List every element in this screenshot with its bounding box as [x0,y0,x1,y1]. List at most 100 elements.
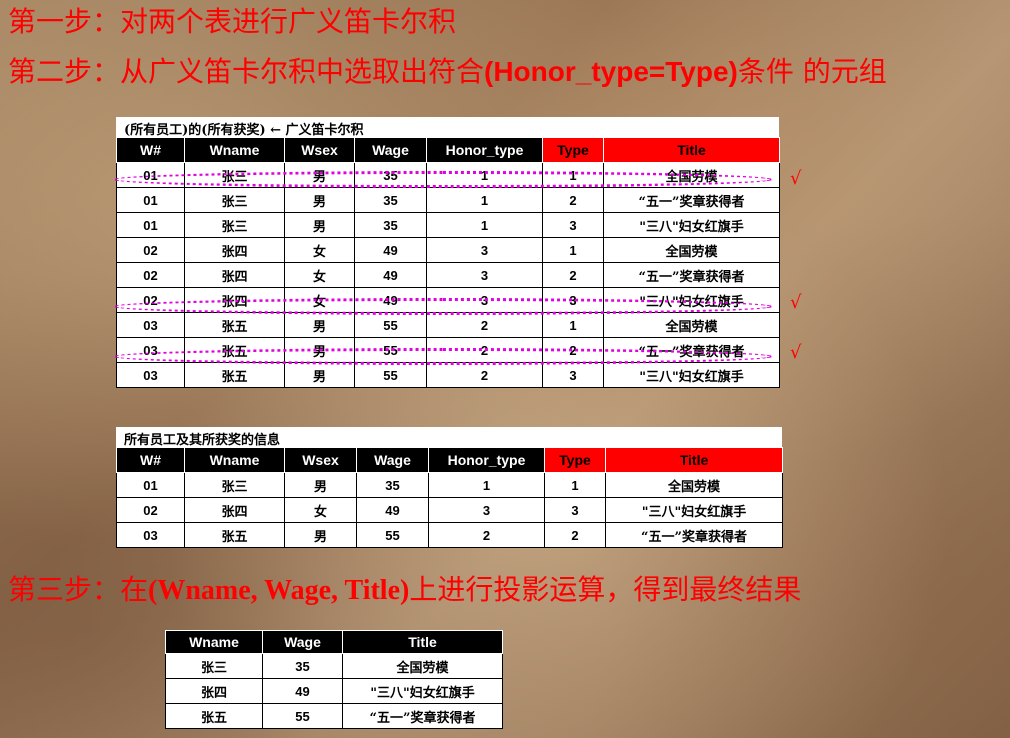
table-cell: 2 [542,337,604,363]
check-mark-icon: √ [790,168,802,189]
table-cell: 2 [428,522,545,548]
table-cell: 3 [428,497,545,523]
table-cell: 张四 [184,287,285,313]
table-cell: 1 [426,162,543,188]
column-header: Honor_type [428,447,545,473]
step-one-heading: 第一步：对两个表进行广义笛卡尔积 [8,5,457,38]
table-cell: 张三 [184,212,285,238]
column-header: Wage [354,137,427,163]
table-cell: 35 [354,212,427,238]
column-header: Wname [165,630,263,654]
table-cell: 01 [116,187,185,213]
table-row: 03 张五男 55 2 2 “五一”奖章获得者 [116,522,783,548]
table-cell: 张四 [184,497,285,523]
table-row: 02 张四女 49 3 1 全国劳模 [116,237,780,263]
selection-result-grid: W# Wname Wsex Wage Honor_type Type Title 01 张三男… [116,447,783,548]
table-cell: 男 [284,162,355,188]
table-row: 01 张三男 35 1 2 “五一”奖章获得者 [116,187,780,213]
table-cell: 2 [426,362,543,388]
table-cell: 02 [116,237,185,263]
table-cell: 02 [116,287,185,313]
column-header: Wage [356,447,429,473]
table-cell: 2 [542,187,604,213]
table-header-row: Wname Wage Title [165,630,503,654]
column-header: Type [544,447,606,473]
table-cell: 张四 [184,262,285,288]
table-cell: 49 [262,678,343,704]
table-row: 张五 55 “五一”奖章获得者 [165,703,503,729]
table-row: 01 张三男 35 1 3 "三八"妇女红旗手 [116,212,780,238]
table-cell: "三八"妇女红旗手 [605,497,783,523]
step-three-prefix: 第三步：在 [8,573,149,606]
table-cell: "三八"妇女红旗手 [603,287,780,313]
table-cell: 35 [356,472,429,498]
table-cell: 1 [426,212,543,238]
column-header: Honor_type [426,137,543,163]
table-cell: 男 [284,187,355,213]
table-cell: 张五 [184,362,285,388]
table-cell: 03 [116,362,185,388]
table-cell: 49 [354,262,427,288]
table-cell: 49 [354,287,427,313]
selection-result-caption: 所有员工及其所获奖的信息 [124,433,281,448]
table-row: 张三 35 全国劳模 [165,653,503,679]
column-header: W# [116,137,185,163]
step-three-condition: (Wname, Wage, Title) [148,575,410,606]
table-cell: 全国劳模 [603,312,780,338]
table-cell: 1 [542,312,604,338]
table-row: 03 张五男 55 2 1 全国劳模 [116,312,780,338]
table-cell: “五一”奖章获得者 [342,703,503,729]
table-cell: 49 [354,237,427,263]
table-cell: 1 [426,187,543,213]
table-cell: 03 [116,312,185,338]
column-header: W# [116,447,185,473]
cartesian-product-grid: W# Wname Wsex Wage Honor_type Type Title 01 张三男… [116,137,780,388]
table-cell: 1 [544,472,606,498]
check-mark-icon: √ [790,342,802,363]
cartesian-product-table: (所有员工)的(所有获奖) ← 广义笛卡尔积 W# Wname Wsex Wage Ho… [116,117,780,388]
table-cell: 2 [426,337,543,363]
table-cell: 02 [116,497,185,523]
table-cell: 全国劳模 [603,237,780,263]
table-cell: 55 [356,522,429,548]
table-cell: 3 [542,287,604,313]
table-row: 03 张五男 55 2 2 “五一”奖章获得者 [116,337,780,363]
column-header: Type [542,137,604,163]
table-row: 01 张三男 35 1 1 全国劳模 [116,472,783,498]
table-cell: 2 [426,312,543,338]
table-cell: 男 [284,337,355,363]
table-cell: 35 [354,162,427,188]
step-three-suffix: 上进行投影运算，得到最终结果 [409,573,802,606]
table-row: 02 张四女 49 3 3 "三八"妇女红旗手 [116,497,783,523]
step-two-heading: 第二步：从广义笛卡尔积中选取出符合(Honor_type=Type)条件 的元组 [8,58,887,86]
step-two-suffix: 条件 的元组 [737,55,887,88]
selection-result-table: 所有员工及其所获奖的信息 W# Wname Wsex Wage Honor_type Ty… [116,427,783,548]
table-cell: 3 [542,362,604,388]
table-cell: 1 [428,472,545,498]
table-cell: 张三 [184,472,285,498]
table-cell: 1 [542,162,604,188]
table-cell: 55 [354,362,427,388]
table-cell: 全国劳模 [342,653,503,679]
table-cell: 35 [354,187,427,213]
table-cell: 3 [426,237,543,263]
step-three-heading: 第三步：在(Wname, Wage, Title)上进行投影运算，得到最终结果 [8,576,801,605]
table-cell: 全国劳模 [605,472,783,498]
table-cell: 03 [116,522,185,548]
table-cell: 男 [284,472,357,498]
column-header: Wsex [284,137,355,163]
table-cell: 3 [426,287,543,313]
table-cell: 张四 [165,678,263,704]
table-cell: 01 [116,162,185,188]
table-cell: 女 [284,237,355,263]
table-cell: 01 [116,212,185,238]
table-row: 01 张三男 35 1 1 全国劳模 [116,162,780,188]
column-header: Wage [262,630,343,654]
table-cell: “五一”奖章获得者 [603,337,780,363]
table-header-row: W# Wname Wsex Wage Honor_type Type Title [116,137,780,163]
table-cell: 男 [284,362,355,388]
table-row: 02 张四女 49 3 3 "三八"妇女红旗手 [116,287,780,313]
table-row: 02 张四女 49 3 2 “五一”奖章获得者 [116,262,780,288]
table-row: 张四 49 "三八"妇女红旗手 [165,678,503,704]
column-header: Title [603,137,780,163]
